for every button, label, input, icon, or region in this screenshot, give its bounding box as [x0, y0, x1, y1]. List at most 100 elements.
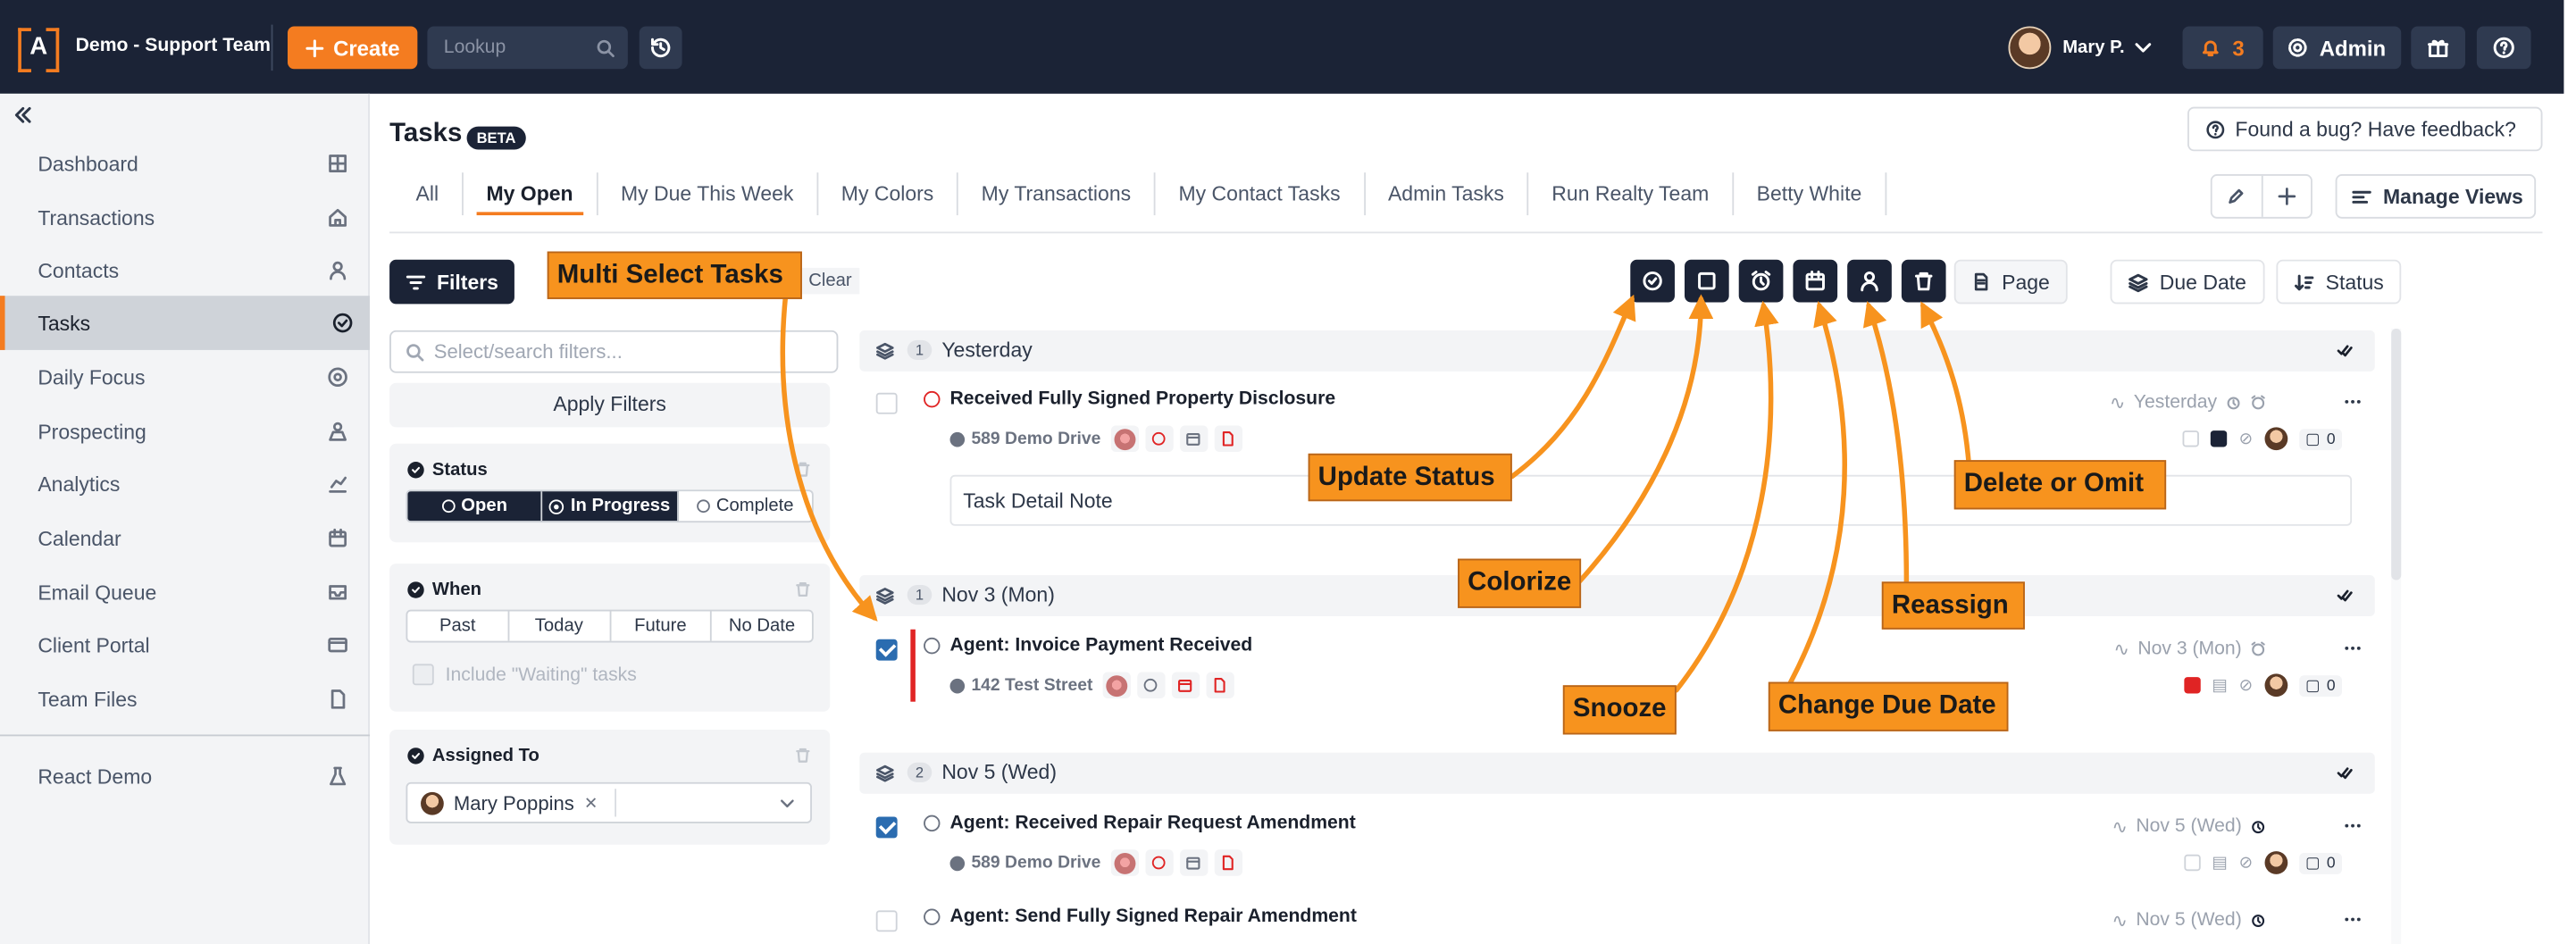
- status-circle-icon[interactable]: [924, 390, 941, 408]
- group-by-due-date-button[interactable]: Due Date: [2110, 259, 2265, 305]
- comments-button[interactable]: ▢ 0: [2298, 852, 2342, 873]
- status-mini-icon[interactable]: [1145, 849, 1174, 876]
- task-row[interactable]: Agent: Received Repair Request Amendment…: [859, 806, 2374, 885]
- task-title[interactable]: Agent: Received Repair Request Amendment: [950, 814, 1356, 833]
- remove-icon[interactable]: ✕: [584, 795, 598, 813]
- task-checkbox[interactable]: [875, 639, 898, 661]
- snooze-icon[interactable]: [2250, 395, 2266, 411]
- avatar[interactable]: [2008, 26, 2052, 70]
- calendar-icon[interactable]: [1179, 849, 1209, 876]
- snooze-icon[interactable]: [2250, 641, 2266, 657]
- sidebar-item-client-portal[interactable]: Client Portal: [0, 618, 370, 672]
- when-option-past[interactable]: Past: [407, 611, 509, 641]
- tab-betty-white[interactable]: Betty White: [1734, 172, 1886, 216]
- chevron-down-icon[interactable]: [779, 796, 795, 812]
- manage-views-button[interactable]: Manage Views: [2335, 174, 2537, 219]
- calendar-icon[interactable]: [1171, 672, 1200, 698]
- pencil-icon[interactable]: [2227, 188, 2245, 205]
- admin-button[interactable]: Admin: [2272, 26, 2402, 70]
- task-title[interactable]: Received Fully Signed Property Disclosur…: [950, 389, 1336, 409]
- contact-avatar[interactable]: [1110, 425, 1139, 452]
- more-options-icon[interactable]: [2344, 393, 2362, 411]
- trash-icon[interactable]: [794, 460, 812, 478]
- sidebar-item-dashboard[interactable]: Dashboard: [0, 137, 370, 191]
- chevron-down-icon[interactable]: [2133, 38, 2153, 57]
- note-icon[interactable]: ▤: [2212, 676, 2227, 694]
- tab-all[interactable]: All: [389, 172, 464, 216]
- reassign-button[interactable]: [1847, 259, 1892, 303]
- when-option-no-date[interactable]: No Date: [712, 611, 812, 640]
- sidebar-item-tasks[interactable]: Tasks: [0, 296, 370, 350]
- calendar-icon[interactable]: [1179, 425, 1209, 452]
- task-checkbox[interactable]: [875, 392, 898, 414]
- task-checkbox[interactable]: [875, 910, 898, 932]
- alarm-icon[interactable]: [2225, 395, 2241, 411]
- select-all-check-icon[interactable]: [2336, 764, 2354, 782]
- document-icon[interactable]: [1214, 425, 1242, 452]
- tab-my-transactions[interactable]: My Transactions: [958, 172, 1156, 216]
- user-name[interactable]: Mary P.: [2062, 38, 2124, 57]
- tab-admin-tasks[interactable]: Admin Tasks: [1365, 172, 1529, 216]
- group-header-nov-3[interactable]: 1 Nov 3 (Mon): [859, 575, 2375, 616]
- omit-icon[interactable]: ⊘: [2239, 854, 2253, 872]
- delete-button[interactable]: [1901, 259, 1946, 303]
- alarm-icon[interactable]: [2250, 912, 2266, 928]
- omit-icon[interactable]: ⊘: [2239, 676, 2253, 694]
- status-option-complete[interactable]: Complete: [678, 491, 812, 521]
- trash-icon[interactable]: [794, 581, 812, 598]
- assignee-select[interactable]: Mary Poppins ✕: [406, 781, 812, 823]
- status-mini-icon[interactable]: [1145, 425, 1174, 452]
- update-status-button[interactable]: [1630, 259, 1675, 303]
- help-button[interactable]: [2476, 26, 2531, 70]
- more-options-icon[interactable]: [2344, 816, 2362, 834]
- select-all-check-icon[interactable]: [2336, 342, 2354, 360]
- checkbox[interactable]: [412, 664, 434, 686]
- task-address[interactable]: 589 Demo Drive: [971, 853, 1100, 873]
- alarm-icon[interactable]: [2250, 818, 2266, 834]
- sidebar-item-react-demo[interactable]: React Demo: [0, 749, 370, 804]
- app-logo[interactable]: A: [18, 28, 60, 72]
- select-all-check-icon[interactable]: [2336, 587, 2354, 605]
- colorize-button[interactable]: [1685, 259, 1729, 303]
- tab-my-colors[interactable]: My Colors: [818, 172, 958, 216]
- lookup-input[interactable]: Lookup: [427, 26, 628, 70]
- assignee-avatar[interactable]: [2264, 673, 2287, 698]
- org-name[interactable]: Demo - Support Team: [76, 36, 271, 55]
- task-title[interactable]: Agent: Send Fully Signed Repair Amendmen…: [950, 907, 1357, 927]
- note-icon[interactable]: [2211, 430, 2228, 447]
- status-option-in-progress[interactable]: In Progress: [542, 491, 679, 522]
- snooze-button[interactable]: [1738, 259, 1784, 303]
- plus-icon[interactable]: [2278, 188, 2296, 205]
- history-button[interactable]: [639, 26, 682, 70]
- group-header-nov-5[interactable]: 2 Nov 5 (Wed): [859, 752, 2375, 794]
- tab-my-open[interactable]: My Open: [464, 172, 598, 216]
- assignee-avatar[interactable]: [2264, 427, 2287, 451]
- status-mini-icon[interactable]: [1137, 672, 1166, 698]
- color-swatch[interactable]: [2184, 854, 2201, 872]
- color-swatch[interactable]: [2184, 677, 2201, 694]
- status-circle-icon[interactable]: [924, 908, 941, 925]
- scrollbar-thumb[interactable]: [2391, 329, 2402, 581]
- task-row[interactable]: Agent: Send Fully Signed Repair Amendmen…: [859, 900, 2374, 944]
- group-header-yesterday[interactable]: 1 Yesterday: [859, 330, 2375, 372]
- collapse-sidebar-icon[interactable]: [13, 105, 33, 125]
- comments-button[interactable]: ▢ 0: [2298, 428, 2342, 450]
- when-option-future[interactable]: Future: [611, 611, 713, 641]
- note-icon[interactable]: ▤: [2212, 854, 2227, 872]
- task-address[interactable]: 142 Test Street: [971, 675, 1092, 695]
- status-circle-icon[interactable]: [924, 637, 941, 655]
- document-icon[interactable]: [1206, 672, 1234, 698]
- omit-icon[interactable]: ⊘: [2239, 430, 2253, 447]
- assignee-avatar[interactable]: [2264, 851, 2287, 874]
- status-option-open[interactable]: Open: [407, 491, 543, 522]
- tab-my-due-this-week[interactable]: My Due This Week: [598, 172, 819, 216]
- gift-button[interactable]: [2411, 26, 2465, 70]
- contact-avatar[interactable]: [1102, 672, 1131, 698]
- sidebar-item-analytics[interactable]: Analytics: [0, 457, 370, 512]
- sort-status-button[interactable]: Status: [2276, 259, 2403, 305]
- feedback-button[interactable]: Found a bug? Have feedback?: [2187, 106, 2543, 152]
- when-option-today[interactable]: Today: [509, 611, 611, 641]
- create-button[interactable]: Create: [288, 26, 418, 70]
- filters-button[interactable]: Filters: [389, 259, 514, 305]
- sidebar-item-calendar[interactable]: Calendar: [0, 511, 370, 565]
